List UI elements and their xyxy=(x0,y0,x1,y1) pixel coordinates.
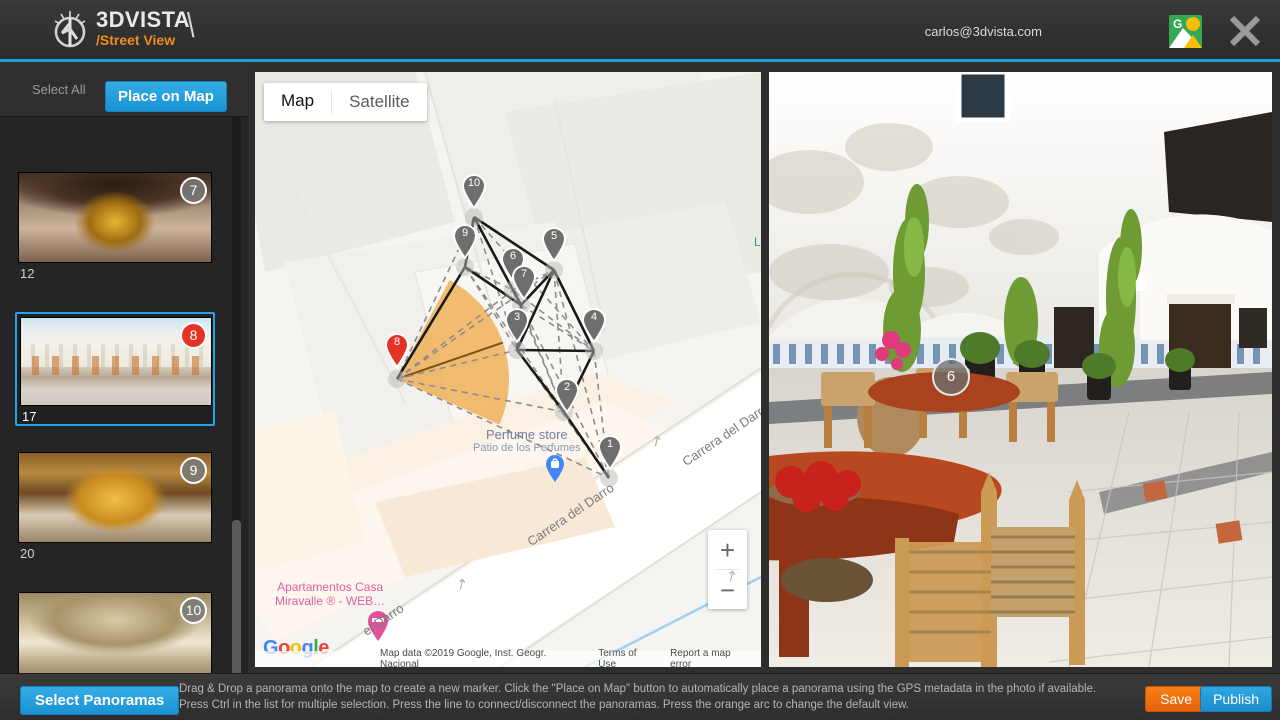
3dvista-logo-icon xyxy=(48,9,92,53)
app-root: 3DVISTA /Street View \ carlos@3dvista.co… xyxy=(0,0,1280,720)
map-type-tab-map[interactable]: Map xyxy=(264,83,331,121)
panorama-thumb-17[interactable]: 8 17 xyxy=(15,312,215,426)
map-data-credit: Map data ©2019 Google, Inst. Geogr. Naci… xyxy=(379,648,547,667)
panorama-image xyxy=(769,72,1272,667)
map-marker-9[interactable]: 9 xyxy=(452,223,478,260)
map-marker-8[interactable]: 8 xyxy=(384,332,410,369)
map-marker-7[interactable]: 7 xyxy=(511,264,537,301)
panorama-thumb-20[interactable]: 9 20 xyxy=(18,452,212,561)
place-on-map-button[interactable]: Place on Map xyxy=(105,81,227,112)
map-panel[interactable]: Map Satellite + − Google Map data ©2019 … xyxy=(255,72,761,667)
select-panoramas-button[interactable]: Select Panoramas xyxy=(20,686,180,715)
marker-anchor-shadow xyxy=(545,261,563,279)
panorama-thumb-image[interactable]: 7 xyxy=(18,172,212,263)
marker-anchor-shadow xyxy=(585,342,603,360)
google-streetview-icon[interactable]: G xyxy=(1169,15,1202,48)
map-pin-icon xyxy=(504,308,530,344)
map-pin-icon xyxy=(554,378,580,414)
marker-anchor-shadow xyxy=(388,370,406,388)
panorama-thumbnail-list[interactable]: 7 12 8 17 9 20 1030 xyxy=(0,117,248,673)
app-header: 3DVISTA /Street View \ carlos@3dvista.co… xyxy=(0,0,1280,62)
brand-block: 3DVISTA /Street View xyxy=(96,8,190,49)
panorama-hotspot-6[interactable]: 6 xyxy=(932,358,970,396)
zoom-in-button[interactable]: + xyxy=(708,530,747,569)
panorama-thumb-caption: 20 xyxy=(20,546,35,561)
panorama-thumb-12[interactable]: 7 12 xyxy=(18,172,212,281)
map-marker-1[interactable]: 1 xyxy=(597,434,623,471)
brand-subtitle: /Street View xyxy=(96,32,176,48)
map-marker-5[interactable]: 5 xyxy=(541,226,567,263)
map-pin-icon xyxy=(597,435,623,471)
poi-shop-pin-icon[interactable] xyxy=(545,455,565,483)
map-marker-3[interactable]: 3 xyxy=(504,307,530,344)
marker-anchor-shadow xyxy=(508,341,526,359)
map-marker-10[interactable]: 10 xyxy=(461,173,487,210)
select-all-button[interactable]: Select All xyxy=(32,82,85,97)
publish-button[interactable]: Publish xyxy=(1200,686,1272,712)
panorama-thumb-caption: 12 xyxy=(20,266,35,281)
poi-apartamentos: Apartamentos Casa Miravalle ® - WEB… xyxy=(275,580,386,608)
map-edge-label: L xyxy=(754,235,761,249)
map-canvas[interactable] xyxy=(255,72,761,667)
bottom-toolbar: Select Panoramas Drag & Drop a panorama … xyxy=(0,673,1280,720)
panorama-viewer[interactable]: 6 xyxy=(769,72,1272,667)
panorama-thumb-image[interactable]: 10 xyxy=(18,592,212,673)
panorama-thumb-image[interactable]: 8 xyxy=(20,317,212,406)
map-pin-icon xyxy=(452,224,478,260)
map-pin-icon xyxy=(511,265,537,301)
map-type-control[interactable]: Map Satellite xyxy=(264,83,427,121)
panorama-thumb-badge[interactable]: 9 xyxy=(180,457,207,484)
panorama-thumb-30[interactable]: 1030 xyxy=(18,592,212,673)
map-pin-icon xyxy=(461,174,487,210)
svg-text:G: G xyxy=(1173,17,1182,31)
report-map-error-link[interactable]: Report a map error xyxy=(670,648,753,667)
map-marker-2[interactable]: 2 xyxy=(554,377,580,414)
marker-anchor-shadow xyxy=(456,258,474,276)
panorama-thumb-caption: 17 xyxy=(22,409,37,424)
map-pin-icon xyxy=(384,333,410,369)
panorama-thumb-badge[interactable]: 8 xyxy=(180,322,207,349)
hint-text: Drag & Drop a panorama onto the map to c… xyxy=(179,683,1097,711)
terms-of-use-link[interactable]: Terms of Use xyxy=(598,648,656,667)
account-email: carlos@3dvista.com xyxy=(924,24,1042,39)
close-icon[interactable] xyxy=(1227,13,1263,49)
map-pin-icon xyxy=(581,308,607,344)
brand-slash: \ xyxy=(186,7,195,45)
brand-name: 3DVISTA xyxy=(96,7,191,32)
poi-perfume-store: Perfume store Patio de los Perfumes xyxy=(473,427,581,454)
map-marker-4[interactable]: 4 xyxy=(581,307,607,344)
panorama-thumb-badge[interactable]: 10 xyxy=(180,597,207,624)
map-link-solid[interactable] xyxy=(516,348,595,353)
panorama-thumb-badge[interactable]: 7 xyxy=(180,177,207,204)
panorama-sidebar: Select All 7 12 8 17 9 20 1030 xyxy=(0,65,248,720)
map-attribution-bar: Map data ©2019 Google, Inst. Geogr. Naci… xyxy=(255,648,761,667)
panorama-thumb-image[interactable]: 9 xyxy=(18,452,212,543)
map-type-tab-satellite[interactable]: Satellite xyxy=(332,83,426,121)
save-button[interactable]: Save xyxy=(1145,686,1207,712)
map-pin-icon xyxy=(541,227,567,263)
